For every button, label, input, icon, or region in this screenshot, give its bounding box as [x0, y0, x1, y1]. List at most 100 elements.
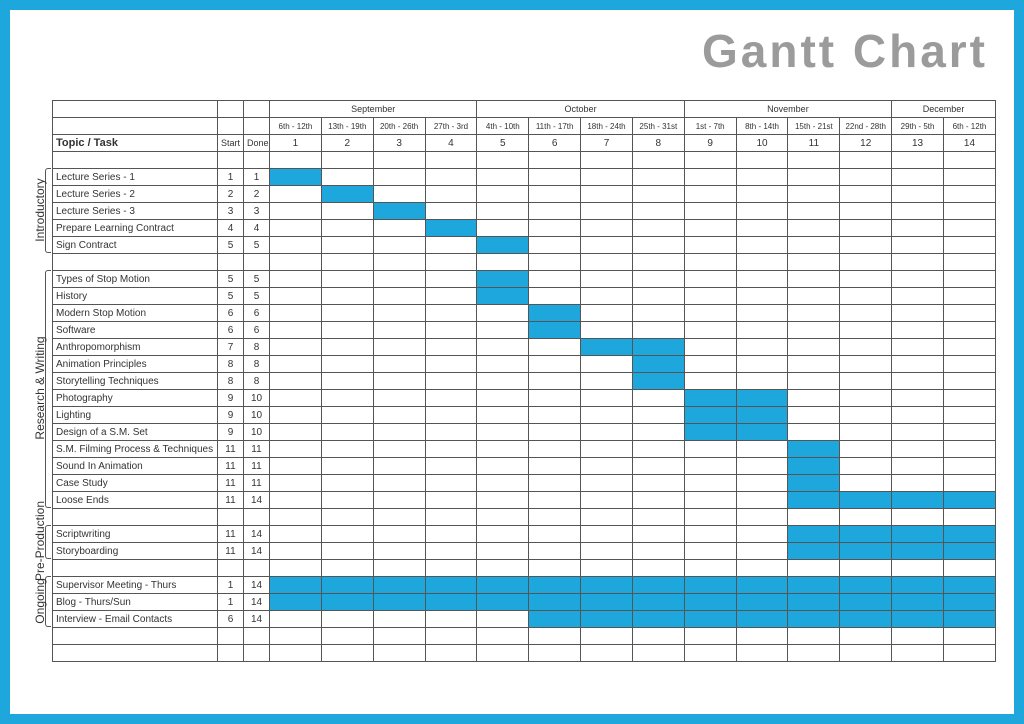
gantt-cell [321, 594, 373, 611]
gantt-cell [943, 390, 995, 407]
gantt-cell [943, 322, 995, 339]
gantt-cell [632, 407, 684, 424]
task-row: Scriptwriting1114 [53, 526, 996, 543]
gantt-cell [892, 373, 944, 390]
task-row: Prepare Learning Contract44 [53, 220, 996, 237]
gantt-cell [788, 237, 840, 254]
gantt-cell [425, 373, 477, 390]
gantt-cell [581, 458, 633, 475]
gantt-cell [684, 237, 736, 254]
gantt-cell [581, 492, 633, 509]
task-name: Loose Ends [53, 492, 218, 509]
gantt-cell [684, 271, 736, 288]
gantt-cell [892, 475, 944, 492]
task-row: Modern Stop Motion66 [53, 305, 996, 322]
gantt-cell [581, 220, 633, 237]
gantt-cell [425, 356, 477, 373]
gantt-cell [373, 407, 425, 424]
gantt-cell [425, 492, 477, 509]
gantt-cell [736, 373, 788, 390]
gantt-cell [581, 322, 633, 339]
task-row: Design of a S.M. Set910 [53, 424, 996, 441]
gantt-cell [321, 407, 373, 424]
gantt-cell [425, 441, 477, 458]
date-range: 22nd - 28th [840, 118, 892, 135]
gantt-cell [684, 220, 736, 237]
gantt-cell [270, 305, 322, 322]
task-row: Sound In Animation1111 [53, 458, 996, 475]
gantt-cell [373, 492, 425, 509]
gantt-cell [632, 543, 684, 560]
gantt-cell [529, 305, 581, 322]
gantt-cell [581, 441, 633, 458]
gantt-cell [892, 288, 944, 305]
gantt-cell [736, 390, 788, 407]
task-start: 6 [218, 322, 244, 339]
gantt-cell [684, 475, 736, 492]
gantt-cell [788, 577, 840, 594]
task-name: Scriptwriting [53, 526, 218, 543]
gantt-cell [529, 543, 581, 560]
gantt-cell [840, 424, 892, 441]
week-number: 2 [321, 135, 373, 152]
gantt-cell [632, 390, 684, 407]
gantt-cell [321, 390, 373, 407]
gantt-cell [632, 441, 684, 458]
task-name: Photography [53, 390, 218, 407]
task-done: 11 [244, 475, 270, 492]
gantt-cell [736, 220, 788, 237]
task-name: Lecture Series - 3 [53, 203, 218, 220]
task-name: Anthropomorphism [53, 339, 218, 356]
gantt-cell [373, 169, 425, 186]
task-start: 7 [218, 339, 244, 356]
gantt-cell [425, 322, 477, 339]
gantt-cell [632, 526, 684, 543]
gantt-cell [477, 186, 529, 203]
task-name: History [53, 288, 218, 305]
gantt-cell [581, 594, 633, 611]
gantt-cell [477, 203, 529, 220]
gantt-cell [425, 186, 477, 203]
task-name: Blog - Thurs/Sun [53, 594, 218, 611]
gantt-cell [321, 424, 373, 441]
spacer-row [53, 254, 996, 271]
task-name: Lecture Series - 1 [53, 169, 218, 186]
gantt-cell [943, 288, 995, 305]
gantt-cell [581, 237, 633, 254]
week-number: 5 [477, 135, 529, 152]
gantt-cell [425, 543, 477, 560]
task-start: 11 [218, 458, 244, 475]
gantt-cell [736, 611, 788, 628]
gantt-cell [840, 475, 892, 492]
gantt-cell [270, 288, 322, 305]
task-start: 8 [218, 373, 244, 390]
gantt-cell [943, 526, 995, 543]
gantt-cell [581, 305, 633, 322]
date-range: 6th - 12th [270, 118, 322, 135]
gantt-cell [892, 390, 944, 407]
date-range: 27th - 3rd [425, 118, 477, 135]
gantt-cell [684, 526, 736, 543]
gantt-cell [477, 305, 529, 322]
task-done: 2 [244, 186, 270, 203]
task-start: 5 [218, 237, 244, 254]
gantt-cell [270, 458, 322, 475]
week-number: 13 [892, 135, 944, 152]
month-header: October [477, 101, 684, 118]
gantt-cell [373, 356, 425, 373]
gantt-cell [736, 305, 788, 322]
task-name: Case Study [53, 475, 218, 492]
gantt-cell [684, 390, 736, 407]
gantt-cell [892, 543, 944, 560]
gantt-cell [943, 339, 995, 356]
gantt-cell [788, 407, 840, 424]
gantt-cell [892, 169, 944, 186]
task-start: 3 [218, 203, 244, 220]
gantt-cell [840, 458, 892, 475]
task-start: 9 [218, 390, 244, 407]
gantt-cell [425, 407, 477, 424]
gantt-cell [529, 169, 581, 186]
task-name: Modern Stop Motion [53, 305, 218, 322]
gantt-cell [581, 271, 633, 288]
date-range: 13th - 19th [321, 118, 373, 135]
